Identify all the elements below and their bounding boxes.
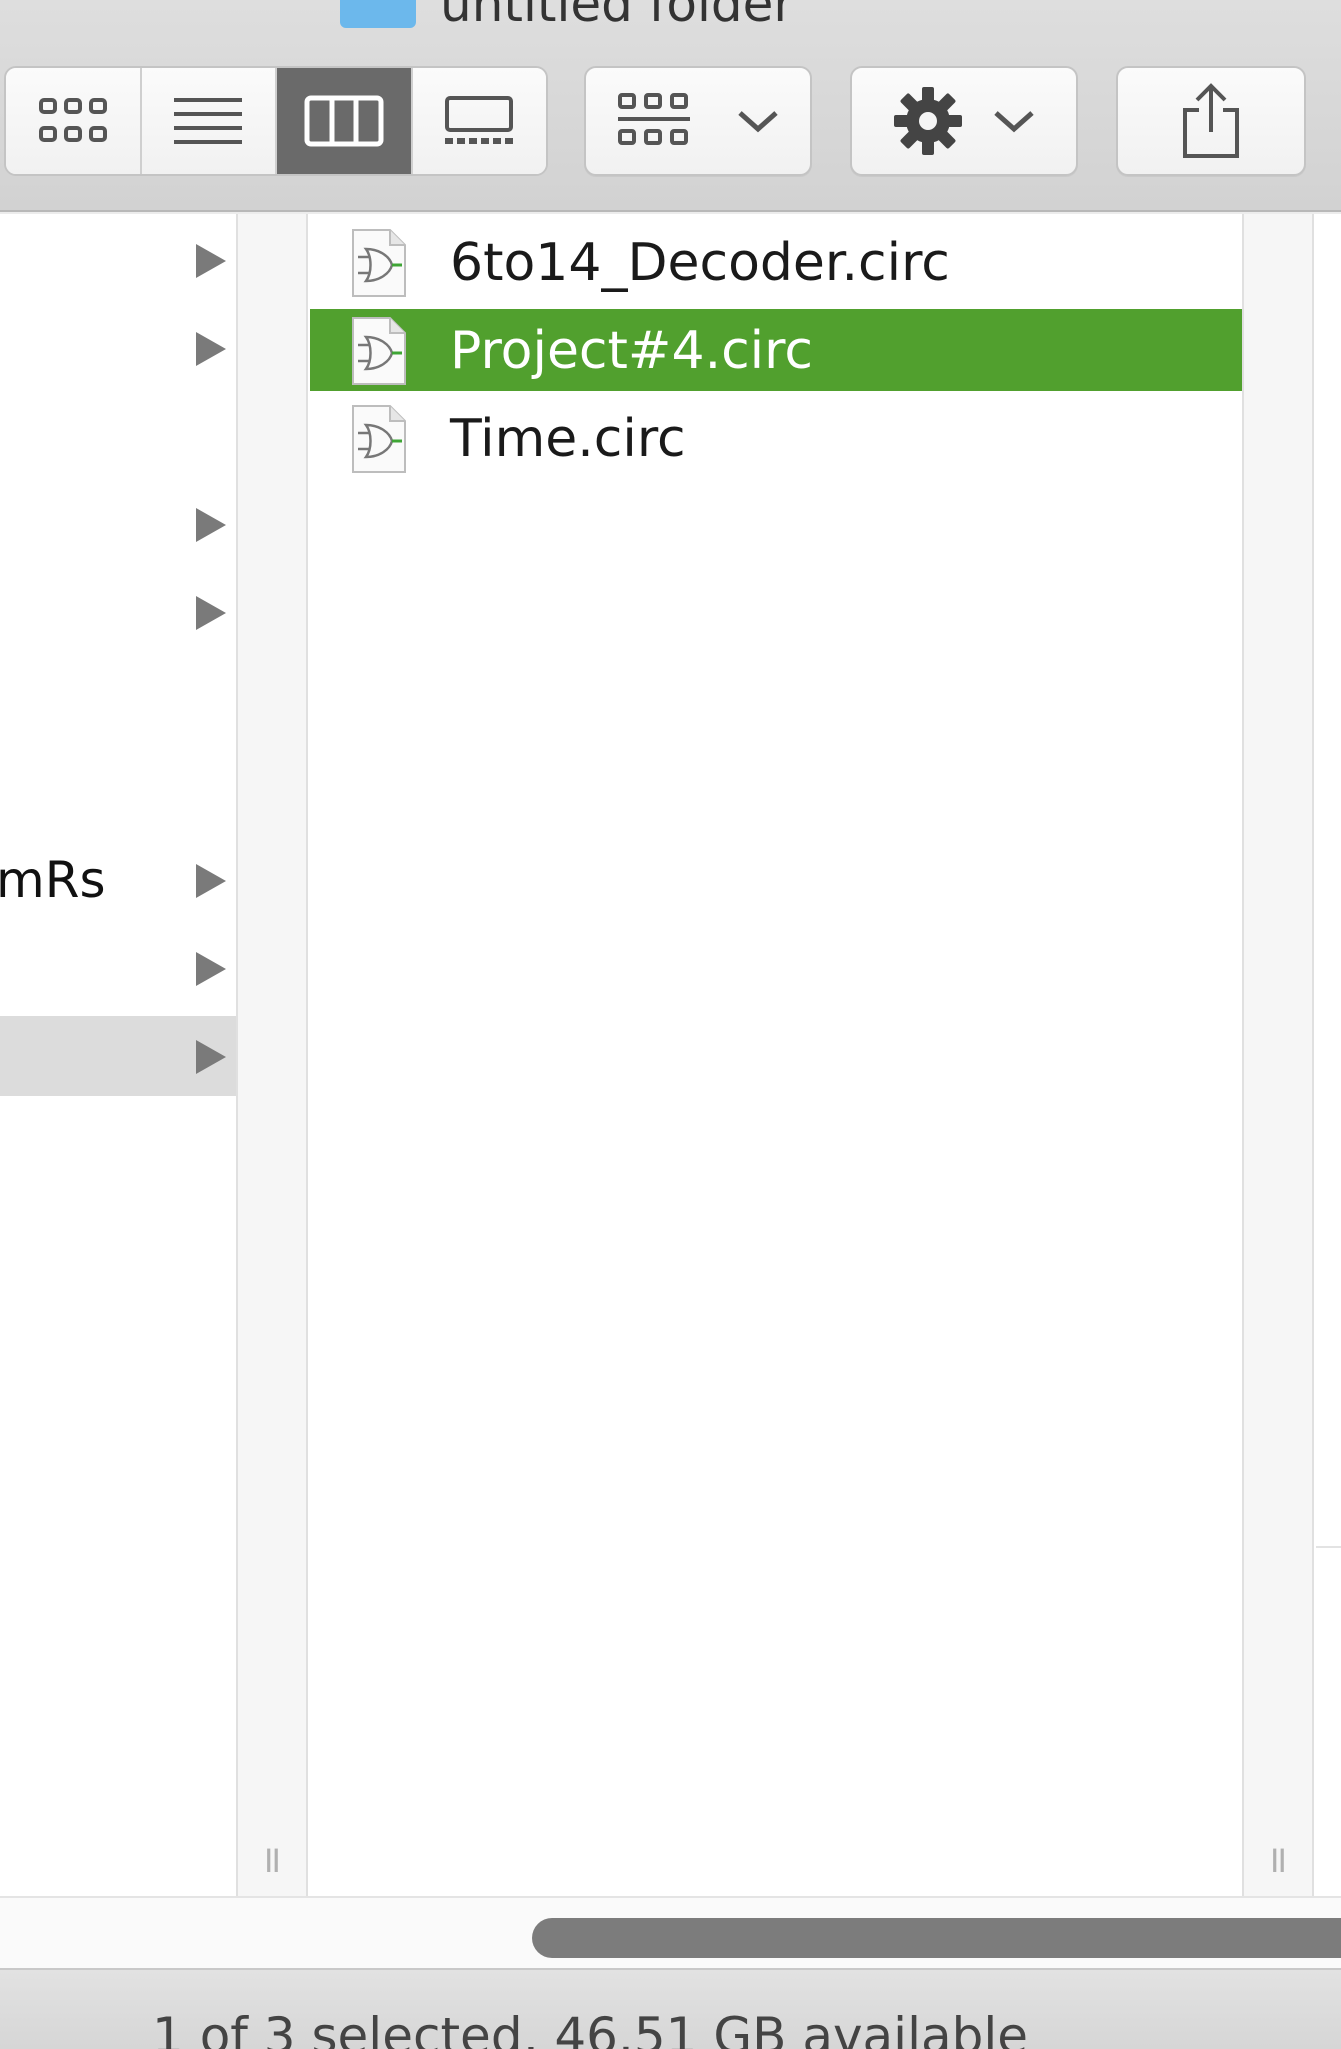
- list-view-icon: [174, 98, 243, 144]
- files-column: 6to14_Decoder.circ Project#4.circ Time.cir…: [310, 214, 1242, 1896]
- logisim-circ-file-icon: [352, 229, 406, 297]
- preview-column: [1316, 214, 1341, 1896]
- file-row[interactable]: Project#4.circ: [310, 309, 1242, 391]
- file-row[interactable]: Time.circ: [310, 397, 1242, 479]
- parent-column-row[interactable]: [0, 660, 236, 740]
- horizontal-scrollbar[interactable]: [0, 1896, 1341, 1968]
- column-view-button[interactable]: [277, 68, 413, 174]
- chevron-down-icon: [994, 111, 1034, 133]
- parent-column-row[interactable]: [0, 220, 236, 300]
- status-bar: 1 of 3 selected, 46.51 GB available: [0, 1968, 1341, 2049]
- view-mode-switcher: [4, 66, 548, 176]
- parent-column-row[interactable]: [0, 308, 236, 388]
- disclosure-arrow-icon: [196, 596, 226, 630]
- parent-column-row[interactable]: [0, 1016, 236, 1096]
- column-separator-line: [1316, 1546, 1341, 1548]
- logisim-circ-file-icon: [352, 405, 406, 473]
- share-button[interactable]: [1116, 66, 1306, 176]
- group-by-button[interactable]: [584, 66, 812, 176]
- column-browser: mRs II 6to14_Decoder.circ Project#4.circ T…: [0, 214, 1341, 1896]
- parent-column-row[interactable]: [0, 484, 236, 564]
- parent-column-row[interactable]: [0, 928, 236, 1008]
- disclosure-arrow-icon: [196, 952, 226, 986]
- action-menu-button[interactable]: [850, 66, 1078, 176]
- status-text: 1 of 3 selected, 46.51 GB available: [152, 2007, 1029, 2049]
- file-name: Project#4.circ: [450, 321, 813, 381]
- parent-column-row[interactable]: mRs: [0, 840, 236, 920]
- gallery-view-icon: [445, 96, 514, 144]
- column-resize-handle[interactable]: II: [264, 1842, 281, 1880]
- parent-column-row-label: mRs: [0, 851, 106, 909]
- column-view-icon: [304, 95, 384, 147]
- parent-column: mRs: [0, 214, 236, 1896]
- parent-column-row[interactable]: [0, 748, 236, 828]
- title-bar: untitled folder: [0, 0, 1341, 56]
- disclosure-arrow-icon: [196, 508, 226, 542]
- file-name: Time.circ: [450, 409, 686, 469]
- icon-view-icon: [38, 98, 107, 142]
- group-grid-icon: [618, 93, 690, 145]
- disclosure-arrow-icon: [196, 864, 226, 898]
- share-icon: [1183, 83, 1239, 158]
- column-divider[interactable]: II: [236, 214, 308, 1896]
- disclosure-arrow-icon: [196, 1040, 226, 1074]
- gear-icon: [894, 87, 962, 155]
- icon-view-button[interactable]: [6, 68, 142, 174]
- disclosure-arrow-icon: [196, 244, 226, 278]
- file-name: 6to14_Decoder.circ: [450, 233, 950, 293]
- gallery-view-button[interactable]: [412, 68, 546, 174]
- list-view-button[interactable]: [141, 68, 277, 174]
- folder-icon: [340, 0, 416, 28]
- scrollbar-thumb[interactable]: [532, 1918, 1341, 1958]
- parent-column-row[interactable]: [0, 396, 236, 476]
- window-title: untitled folder: [440, 0, 794, 33]
- column-resize-handle[interactable]: II: [1270, 1842, 1287, 1880]
- parent-column-row[interactable]: [0, 572, 236, 652]
- disclosure-arrow-icon: [196, 332, 226, 366]
- logisim-circ-file-icon: [352, 317, 406, 385]
- chevron-down-icon: [738, 111, 778, 133]
- column-divider[interactable]: II: [1242, 214, 1314, 1896]
- file-row[interactable]: 6to14_Decoder.circ: [310, 221, 1242, 303]
